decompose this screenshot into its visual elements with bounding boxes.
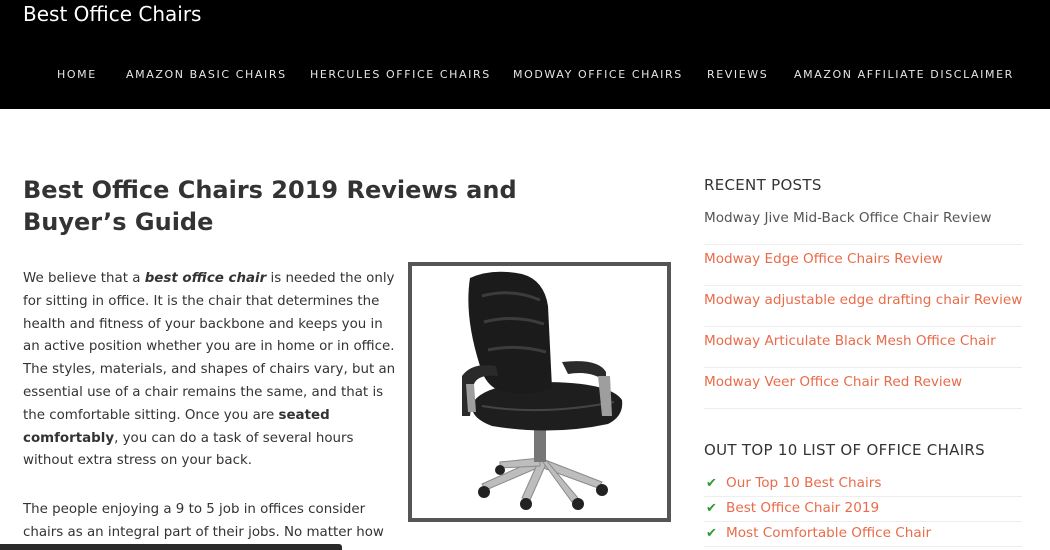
nav-item-amazon-affiliate-disclaimer[interactable]: AMAZON AFFILIATE DISCLAIMER (794, 68, 1014, 81)
top10-item[interactable]: ✔ Best Office Chair 2019 (704, 497, 1022, 522)
site-title[interactable]: Best Office Chairs (23, 2, 201, 26)
recent-post-link[interactable]: Modway adjustable edge drafting chair Re… (704, 292, 1022, 308)
top10-link[interactable]: Most Comfortable Office Chair (726, 525, 931, 541)
article-body: We believe that a best office chair is n… (23, 268, 403, 540)
nav-item-home[interactable]: HOME (57, 68, 97, 81)
paragraph-text: is needed the only for sitting in office… (23, 271, 396, 423)
nav-item-amazon-basic-chairs[interactable]: AMAZON BASIC CHAIRS (126, 68, 287, 81)
main-nav: HOME AMAZON BASIC CHAIRS HERCULES OFFICE… (0, 68, 1050, 88)
recent-post-item[interactable]: Modway Edge Office Chairs Review (704, 245, 1022, 286)
recent-posts-title: RECENT POSTS (704, 176, 822, 194)
top10-list-title: OUT TOP 10 LIST OF OFFICE CHAIRS (704, 441, 985, 459)
nav-item-hercules-office-chairs[interactable]: HERCULES OFFICE CHAIRS (310, 68, 491, 81)
recent-post-item[interactable]: Modway Articulate Black Mesh Office Chai… (704, 327, 1022, 368)
check-icon: ✔ (706, 476, 717, 491)
recent-post-item[interactable]: Modway Veer Office Chair Red Review (704, 368, 1022, 409)
paragraph-text: We believe that a (23, 271, 145, 286)
recent-post-item[interactable]: Modway Jive Mid-Back Office Chair Review (704, 204, 1022, 245)
check-icon: ✔ (706, 526, 717, 541)
office-chair-icon (462, 271, 623, 510)
top10-list: ✔ Our Top 10 Best Chairs ✔ Best Office Cha… (704, 472, 1022, 547)
recent-post-link[interactable]: Modway Veer Office Chair Red Review (704, 374, 962, 390)
recent-post-link[interactable]: Modway Jive Mid-Back Office Chair Review (704, 210, 992, 226)
recent-posts-list: Modway Jive Mid-Back Office Chair Review… (704, 204, 1022, 409)
nav-item-modway-office-chairs[interactable]: MODWAY OFFICE CHAIRS (513, 68, 683, 81)
recent-post-link[interactable]: Modway Articulate Black Mesh Office Chai… (704, 333, 996, 349)
office-chair-image (408, 262, 671, 522)
top10-item[interactable]: ✔ Most Comfortable Office Chair (704, 522, 1022, 547)
top10-item[interactable]: ✔ Our Top 10 Best Chairs (704, 472, 1022, 497)
recent-post-item[interactable]: Modway adjustable edge drafting chair Re… (704, 286, 1022, 327)
browser-status-bar (0, 544, 342, 550)
recent-post-link[interactable]: Modway Edge Office Chairs Review (704, 251, 943, 267)
article-paragraph: The people enjoying a 9 to 5 job in offi… (23, 502, 384, 540)
site-header: Best Office Chairs HOME AMAZON BASIC CHA… (0, 0, 1050, 109)
top10-link[interactable]: Our Top 10 Best Chairs (726, 475, 881, 491)
check-icon: ✔ (706, 501, 717, 516)
article-paragraph: We believe that a best office chair is n… (23, 268, 403, 473)
top10-link[interactable]: Best Office Chair 2019 (726, 500, 879, 516)
sidebar: RECENT POSTS Modway Jive Mid-Back Office… (704, 176, 1022, 547)
emphasis-text: best office chair (144, 271, 267, 286)
page-title: Best Office Chairs 2019 Reviews and Buye… (23, 176, 517, 236)
nav-item-reviews[interactable]: REVIEWS (707, 68, 768, 81)
